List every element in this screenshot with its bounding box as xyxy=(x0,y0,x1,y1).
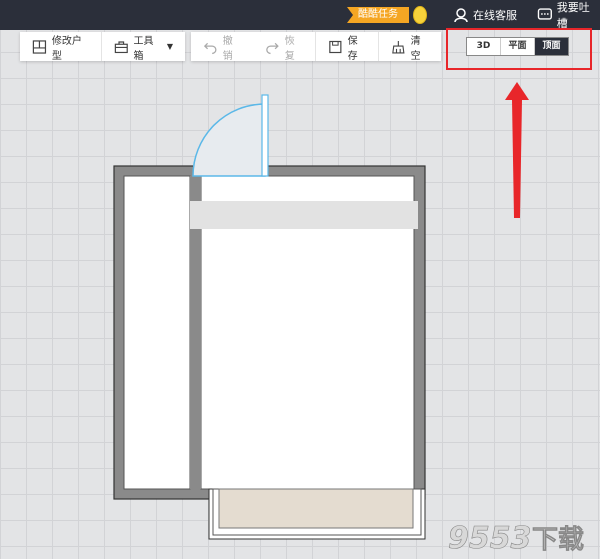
floor-plan-canvas[interactable]: 9553 下载 xyxy=(0,0,600,559)
watermark-logo: 9553 下载 xyxy=(448,521,585,557)
left-narrow-room[interactable] xyxy=(123,175,191,490)
balcony[interactable] xyxy=(208,488,426,540)
annotation-arrow xyxy=(505,82,529,218)
svg-text:9553: 9553 xyxy=(448,521,532,556)
ceiling-beam[interactable] xyxy=(190,201,418,229)
svg-text:下载: 下载 xyxy=(532,525,584,555)
door-swing[interactable] xyxy=(192,94,269,177)
